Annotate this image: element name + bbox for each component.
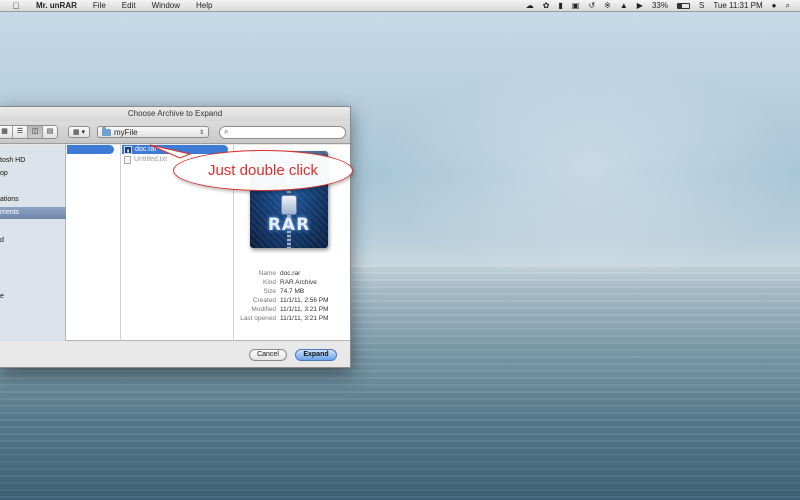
info-value: 11/1/11, 3:21 PM [280, 306, 329, 313]
column-view-button[interactable]: ◫ [27, 126, 42, 138]
file-info: Name doc.rar Kind RAR Archive Size 74.7 MB … [235, 269, 350, 323]
spotlight-icon[interactable]: ⌕ [786, 0, 790, 12]
volume-icon[interactable]: ▶ [637, 0, 643, 12]
cloud-icon[interactable]: ☁ [526, 0, 534, 12]
info-value: 11/1/11, 3:21 PM [280, 315, 329, 322]
info-key: Name [258, 270, 276, 277]
menu-help[interactable]: Help [188, 1, 220, 10]
info-key: Created [252, 297, 276, 304]
menu-window[interactable]: Window [144, 1, 188, 10]
chevron-updown-icon: ⇕ [198, 129, 204, 136]
battery-icon[interactable] [676, 2, 690, 9]
icon-view-button[interactable]: ▦ [0, 126, 12, 138]
skype-icon[interactable]: S [699, 0, 704, 12]
info-value: RAR Archive [280, 279, 317, 286]
sidebar-item-desktop[interactable]: op [0, 168, 66, 180]
file-name: doc.rar [135, 146, 157, 153]
sidebar-item-other[interactable]: e [0, 291, 66, 303]
rar-icon-label: RAR [267, 215, 311, 235]
dialog-title: Choose Archive to Expand [0, 107, 350, 121]
arrange-button[interactable]: ▦ ▾ [68, 126, 90, 138]
text-file-icon [124, 155, 131, 164]
info-value: doc.rar [280, 270, 301, 277]
battery-percent[interactable]: 33% [652, 1, 668, 10]
path-popup[interactable]: myFile ⇕ [97, 126, 209, 138]
desktop-cloud-glow [380, 60, 800, 280]
menu-status-area: ☁ ✿ ▮ ▣ ↺ ※ ▲ ▶ 33% S Tue 11:31 PM ● ⌕ [526, 0, 800, 12]
info-value: 74.7 MB [280, 288, 305, 295]
view-mode-segmented: ▦ ☰ ◫ ▤ [0, 125, 58, 139]
search-input[interactable]: ⌕ [219, 125, 346, 139]
wifi-icon[interactable]: ▲ [620, 0, 628, 12]
rar-file-icon: ▮ [124, 145, 132, 154]
lock-icon[interactable]: ▣ [572, 0, 580, 12]
expand-button[interactable]: Expand [295, 349, 337, 361]
sidebar: tosh HD op ations ments d e [0, 145, 66, 341]
list-view-button[interactable]: ☰ [12, 126, 27, 138]
menu-file[interactable]: File [85, 1, 114, 10]
sidebar-item-hd[interactable]: tosh HD [0, 155, 66, 167]
sidebar-item-documents[interactable]: ments [0, 207, 66, 219]
dialog-toolbar: ▦ ☰ ◫ ▤ ▦ ▾ myFile ⇕ ⌕ [0, 121, 350, 144]
browser-column-1 [67, 145, 121, 341]
menu-clock[interactable]: Tue 11:31 PM [713, 1, 762, 10]
sidebar-item-applications[interactable]: ations [0, 194, 66, 206]
callout-text: Just double click [207, 162, 319, 179]
info-key: Modified [251, 306, 276, 313]
path-popup-label: myFile [114, 127, 138, 137]
column-1-selection[interactable] [67, 145, 114, 154]
folder-icon [102, 126, 111, 136]
bluetooth-icon[interactable]: ※ [604, 0, 611, 12]
instruction-callout: Just double click [173, 150, 353, 191]
menu-app-name[interactable]: Mr. unRAR [22, 1, 85, 10]
user-icon[interactable]: ● [772, 0, 777, 12]
info-value: 11/1/11, 2:56 PM [280, 297, 329, 304]
disk-icon[interactable]: ▮ [559, 0, 563, 12]
time-machine-icon[interactable]: ↺ [588, 0, 595, 12]
sidebar-item-downloads[interactable]: d [0, 235, 66, 247]
info-key: Last opened [240, 315, 276, 322]
apple-logo-icon[interactable]:  [10, 1, 22, 11]
leaf-icon[interactable]: ✿ [543, 0, 550, 12]
file-name: Untitled.txt [134, 156, 168, 163]
coverflow-view-button[interactable]: ▤ [42, 126, 57, 138]
search-icon: ⌕ [224, 127, 229, 136]
menu-bar:  Mr. unRAR File Edit Window Help ☁ ✿ ▮ … [0, 0, 800, 12]
menu-edit[interactable]: Edit [114, 1, 144, 10]
cancel-button[interactable]: Cancel [249, 349, 287, 361]
info-key: Size [263, 288, 276, 295]
info-key: Kind [262, 279, 276, 286]
choose-archive-dialog: Choose Archive to Expand ▦ ☰ ◫ ▤ ▦ ▾ myF… [0, 106, 351, 368]
